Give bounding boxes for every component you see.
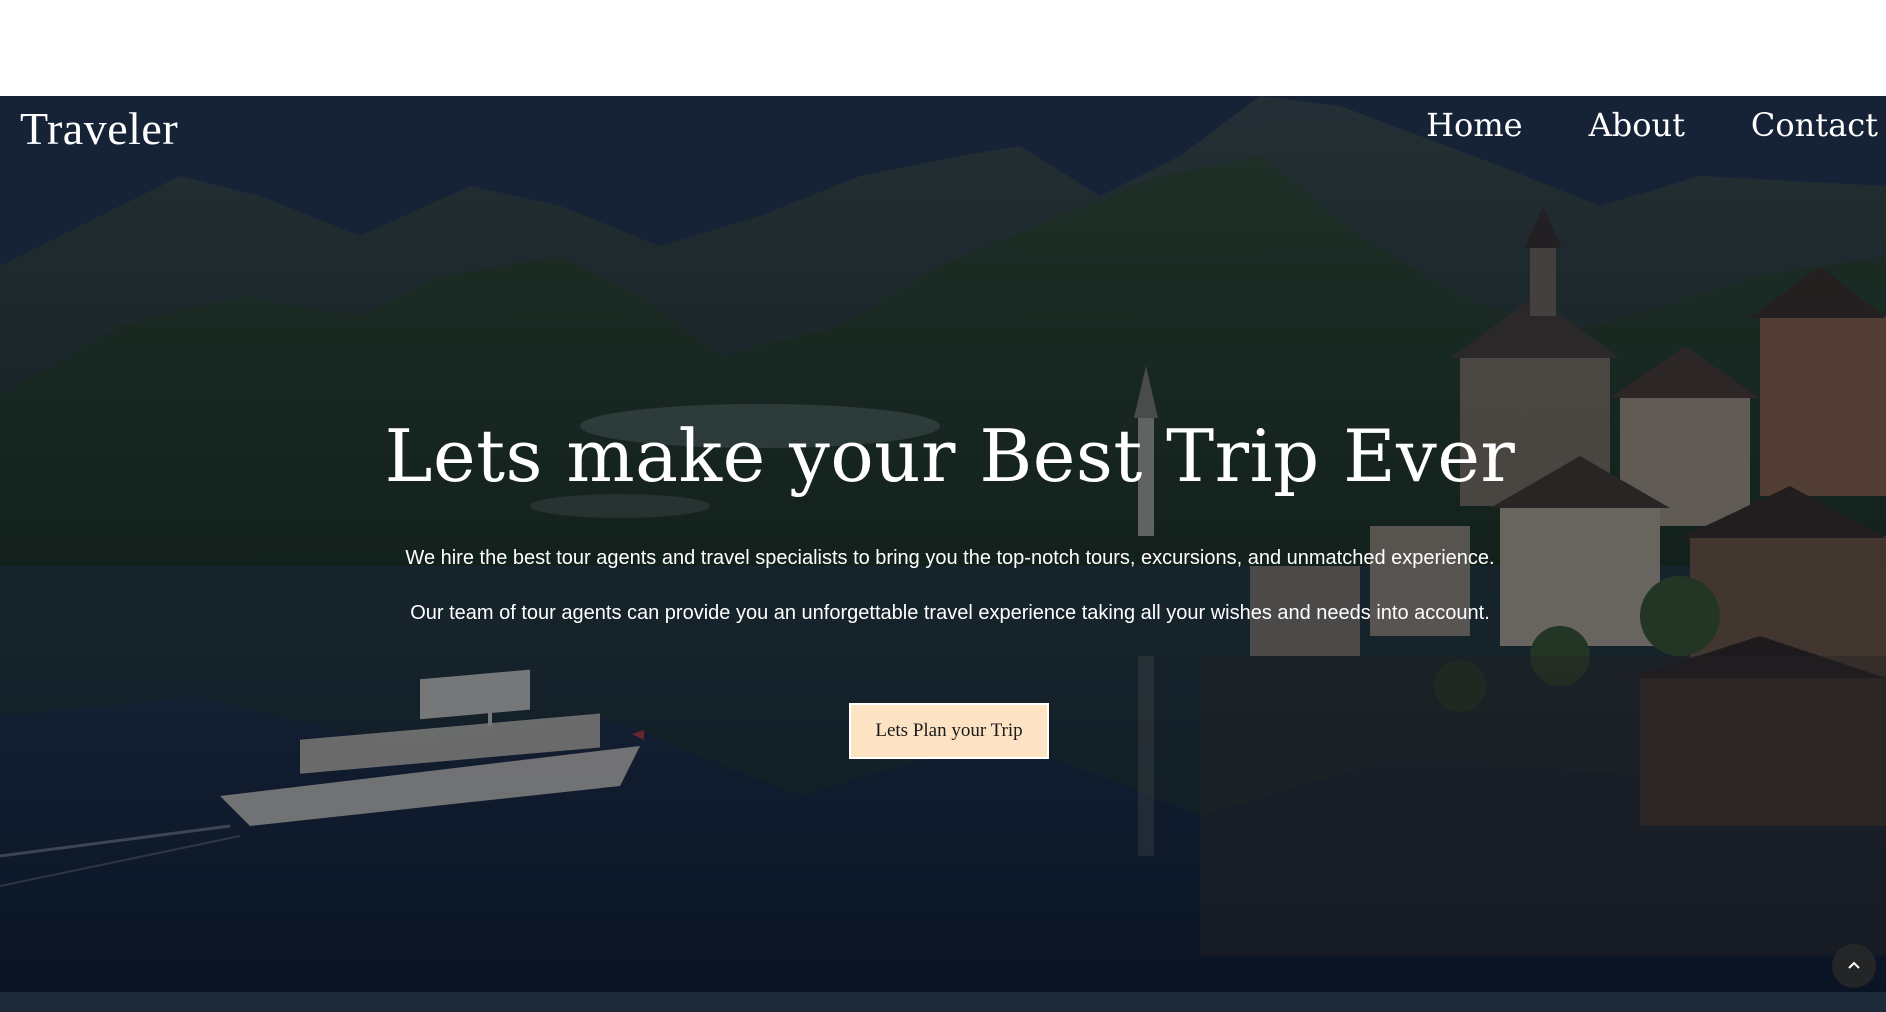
next-section-edge xyxy=(0,992,1886,1012)
main-nav: Home About Contact xyxy=(1426,106,1878,144)
scroll-to-top-button[interactable] xyxy=(1832,944,1876,988)
hero-paragraph-2: Our team of tour agents can provide you … xyxy=(410,602,1490,624)
hero-paragraph-1: We hire the best tour agents and travel … xyxy=(405,547,1495,569)
chevron-up-icon xyxy=(1848,961,1860,969)
nav-link-about[interactable]: About xyxy=(1589,106,1685,144)
top-blank-area xyxy=(0,0,1886,96)
hero-headline: Lets make your Best Trip Ever xyxy=(384,414,1516,498)
site-logo[interactable]: Traveler xyxy=(20,102,178,155)
nav-link-home[interactable]: Home xyxy=(1426,106,1522,144)
nav-link-contact[interactable]: Contact xyxy=(1751,106,1878,144)
plan-trip-button[interactable]: Lets Plan your Trip xyxy=(849,703,1049,759)
hero-section: Traveler Home About Contact Lets make yo… xyxy=(0,96,1886,1012)
